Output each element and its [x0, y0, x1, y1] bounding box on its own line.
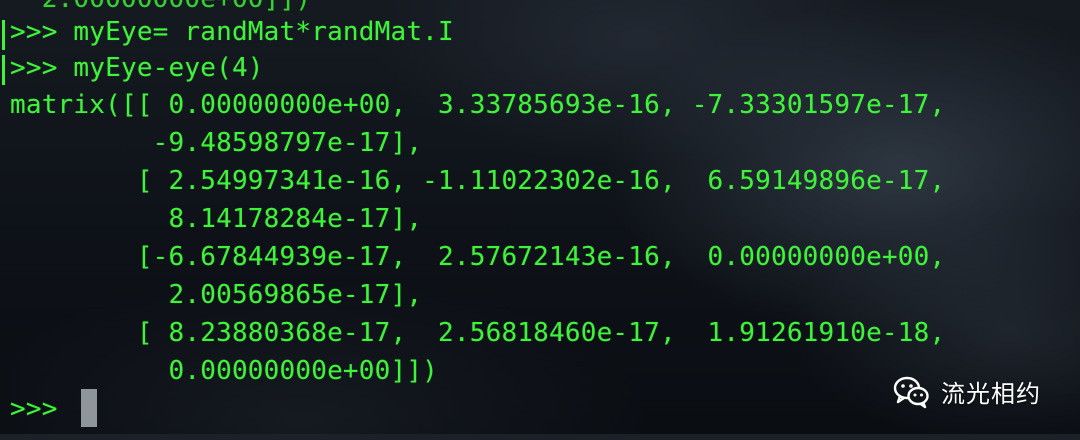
- terminal-output-line: 2.00569865e-17],: [10, 280, 423, 310]
- terminal-prompt-line: >>> myEye-eye(4): [10, 53, 264, 83]
- terminal-output-line: [ 8.23880368e-17, 2.56818460e-17, 1.9126…: [10, 318, 946, 348]
- terminal-output-line: [-6.67844939e-17, 2.57672143e-16, 0.0000…: [10, 242, 946, 272]
- terminal-line-cut-off: 2.00000000e+00]]): [10, 0, 311, 12]
- terminal-output-line: matrix([[ 0.00000000e+00, 3.33785693e-16…: [10, 90, 946, 120]
- terminal-output-line: [ 2.54997341e-16, -1.11022302e-16, 6.591…: [10, 166, 946, 196]
- wechat-icon: [891, 371, 931, 411]
- line-marker: [2, 20, 5, 50]
- line-marker: [2, 55, 5, 85]
- terminal-prompt-line: >>> myEye= randMat*randMat.I: [10, 17, 454, 47]
- terminal-output-line: 0.00000000e+00]]): [10, 356, 439, 386]
- terminal-input-prompt[interactable]: >>>: [10, 396, 73, 422]
- terminal-window[interactable]: 2.00000000e+00]]) >>> myEye= randMat*ran…: [0, 0, 1080, 440]
- watermark-text: 流光相约: [941, 379, 1041, 408]
- window-bottom-edge: [0, 434, 1080, 440]
- terminal-output-line: -9.48598797e-17],: [10, 128, 423, 158]
- watermark: 流光相约: [891, 369, 1041, 413]
- terminal-output-line: 8.14178284e-17],: [10, 204, 423, 234]
- text-cursor: [81, 389, 97, 427]
